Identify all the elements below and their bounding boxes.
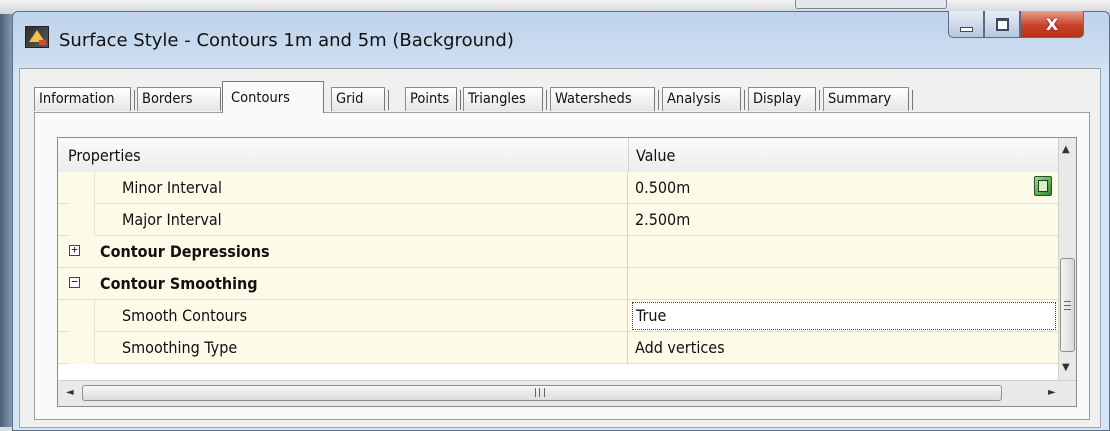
category-name-cell: + Contour Depressions — [58, 236, 628, 268]
expand-plus-icon[interactable]: + — [69, 244, 80, 256]
tab-information[interactable]: Information — [34, 87, 135, 111]
properties-column-header[interactable]: Properties — [68, 146, 141, 165]
category-name: Contour Depressions — [100, 242, 270, 261]
property-row-smooth-contours[interactable]: Smooth Contours True — [58, 300, 1058, 332]
tab-label: Display — [753, 91, 802, 107]
background-button — [795, 0, 947, 9]
tab-contours[interactable]: Contours — [222, 81, 324, 113]
window-title: Surface Style - Contours 1m and 5m (Back… — [59, 30, 514, 51]
scroll-right-arrow-icon[interactable]: ► — [1048, 387, 1056, 398]
tab-strip: Information Borders Contours Grid Points… — [34, 79, 1100, 113]
tab-borders[interactable]: Borders — [137, 87, 225, 111]
civil3d-app-icon[interactable] — [25, 26, 49, 48]
category-row-contour-depressions[interactable]: + Contour Depressions — [58, 236, 1058, 268]
property-grid: Properties Value Minor Interval 0.500m M… — [57, 137, 1077, 407]
minimize-button[interactable] — [948, 11, 984, 38]
property-value-text: True — [636, 306, 667, 325]
contours-tab-panel: Properties Value Minor Interval 0.500m M… — [34, 112, 1090, 420]
property-value[interactable]: 0.500m — [629, 172, 1058, 204]
smooth-contours-dropdown[interactable]: True — [632, 302, 1056, 330]
tab-summary[interactable]: Summary — [823, 87, 913, 111]
vertical-scroll-thumb[interactable] — [1060, 258, 1075, 352]
grip-icon — [535, 388, 545, 397]
minimize-icon — [959, 26, 973, 32]
collapse-minus-icon[interactable]: − — [69, 276, 80, 288]
tab-label: Contours — [231, 90, 290, 106]
grid-header: Properties Value — [58, 138, 1058, 173]
property-value — [629, 268, 1058, 300]
property-row-minor-interval[interactable]: Minor Interval 0.500m — [58, 172, 1058, 204]
tab-label: Grid — [336, 91, 364, 107]
property-value — [629, 236, 1058, 268]
tab-analysis[interactable]: Analysis — [662, 87, 745, 111]
tab-watersheds[interactable]: Watersheds — [550, 87, 659, 111]
close-button[interactable]: X — [1020, 11, 1084, 38]
maximize-button[interactable] — [984, 11, 1020, 38]
property-name: Smooth Contours — [58, 300, 628, 332]
property-row-smoothing-type[interactable]: Smoothing Type Add vertices — [58, 332, 1058, 364]
maximize-icon — [995, 17, 1009, 31]
tab-display[interactable]: Display — [748, 87, 820, 111]
property-name: Major Interval — [58, 204, 628, 236]
tab-triangles[interactable]: Triangles — [463, 87, 547, 111]
tab-label: Information — [39, 91, 115, 107]
scroll-up-arrow-icon[interactable]: ▲ — [1062, 144, 1070, 155]
tab-label: Watersheds — [555, 91, 632, 107]
tab-label: Points — [410, 91, 450, 107]
property-name: Smoothing Type — [58, 332, 628, 364]
property-value[interactable]: True — [629, 300, 1058, 332]
property-name: Minor Interval — [58, 172, 628, 204]
grip-icon — [1064, 301, 1071, 310]
tab-label: Analysis — [667, 91, 721, 107]
property-value-text: 2.500m — [635, 210, 691, 229]
category-name: Contour Smoothing — [100, 274, 258, 293]
scroll-left-arrow-icon[interactable]: ◄ — [66, 387, 74, 398]
surface-style-dialog: Surface Style - Contours 1m and 5m (Back… — [12, 11, 1110, 431]
title-bar[interactable]: Surface Style - Contours 1m and 5m (Back… — [13, 11, 1109, 68]
category-name-cell: − Contour Smoothing — [58, 268, 628, 300]
pick-from-drawing-icon[interactable] — [1034, 176, 1052, 196]
horizontal-scrollbar[interactable]: ◄ ► — [58, 380, 1076, 406]
property-value-text: 0.500m — [635, 178, 691, 197]
category-row-contour-smoothing[interactable]: − Contour Smoothing — [58, 268, 1058, 300]
vertical-scrollbar[interactable]: ▲ ▼ — [1058, 138, 1076, 380]
tab-grid[interactable]: Grid — [331, 87, 389, 111]
horizontal-scroll-thumb[interactable] — [82, 385, 1002, 401]
property-rows: Minor Interval 0.500m Major Interval 2.5… — [58, 172, 1058, 364]
tab-label: Borders — [142, 91, 193, 107]
property-value[interactable]: 2.500m — [629, 204, 1058, 236]
tab-label: Triangles — [468, 91, 526, 107]
property-value[interactable]: Add vertices — [629, 332, 1058, 364]
tab-points[interactable]: Points — [405, 87, 461, 111]
property-value-text: Add vertices — [635, 338, 725, 357]
column-divider[interactable] — [628, 138, 629, 172]
dialog-client-area: Information Borders Contours Grid Points… — [19, 68, 1101, 428]
property-row-major-interval[interactable]: Major Interval 2.500m — [58, 204, 1058, 236]
close-icon: X — [1045, 14, 1059, 34]
tab-label: Summary — [828, 91, 892, 107]
scroll-down-arrow-icon[interactable]: ▼ — [1062, 362, 1070, 373]
value-column-header[interactable]: Value — [636, 146, 675, 165]
